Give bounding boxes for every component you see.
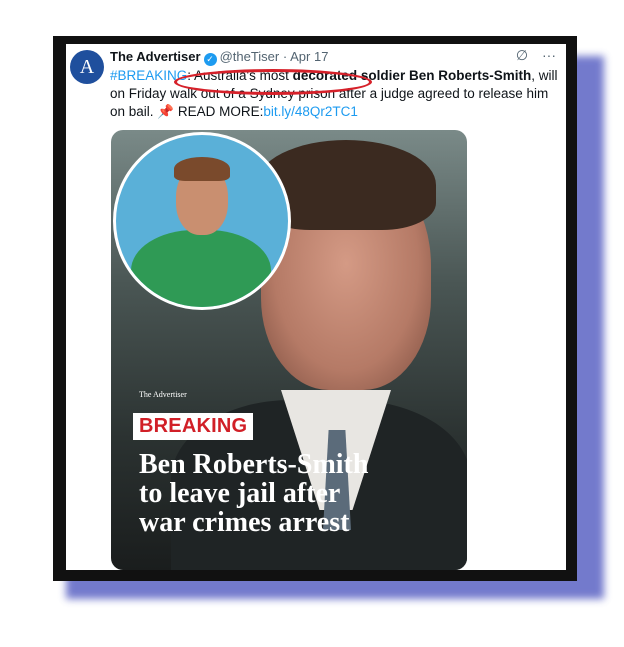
tweet-date[interactable]: Apr 17 <box>290 49 328 64</box>
verified-badge-icon: ✓ <box>203 53 217 66</box>
separator: · <box>282 49 288 64</box>
tweet-image[interactable]: The Advertiser BREAKING Ben Roberts-Smit… <box>111 130 467 570</box>
grok-icon[interactable]: ∅ <box>516 47 528 63</box>
short-link[interactable]: bit.ly/48Qr2TC1 <box>263 104 358 119</box>
tweet-card[interactable]: A The Advertiser ✓ @theTiser · Apr 17 ∅ ··… <box>66 44 566 570</box>
avatar[interactable]: A <box>70 50 104 84</box>
author-name[interactable]: The Advertiser <box>110 49 201 64</box>
pin-icon: 📌 <box>157 104 175 119</box>
image-headline: Ben Roberts-Smith to leave jail after wa… <box>139 450 459 537</box>
sketch-inset <box>113 132 291 310</box>
image-brand: The Advertiser <box>139 390 187 399</box>
avatar-letter: A <box>79 55 95 78</box>
sketch-body <box>131 230 271 307</box>
breaking-label: BREAKING <box>133 413 254 440</box>
hashtag-link[interactable]: #BREAKING <box>110 68 187 83</box>
read-more-label: READ MORE: <box>177 104 264 119</box>
sketch-hair <box>174 157 230 181</box>
tweet-bold-name: Ben Roberts-Smith <box>408 68 532 83</box>
more-options-icon[interactable]: ··· <box>542 47 556 63</box>
headline-line: Ben Roberts-Smith <box>139 449 369 480</box>
author-handle[interactable]: @theTiser <box>220 49 280 64</box>
tweet-header: The Advertiser ✓ @theTiser · Apr 17 <box>110 49 328 66</box>
tweet-bold-decorated-soldier: decorated soldier <box>292 68 406 83</box>
tweet-text: #BREAKING: Australia's most decorated so… <box>110 67 560 121</box>
tweet-actions: ∅ ··· <box>506 47 556 64</box>
tweet-text-part1: : Australia's most <box>187 68 293 83</box>
headline-line: war crimes arrest <box>139 507 350 538</box>
headline-line: to leave jail after <box>139 478 341 509</box>
